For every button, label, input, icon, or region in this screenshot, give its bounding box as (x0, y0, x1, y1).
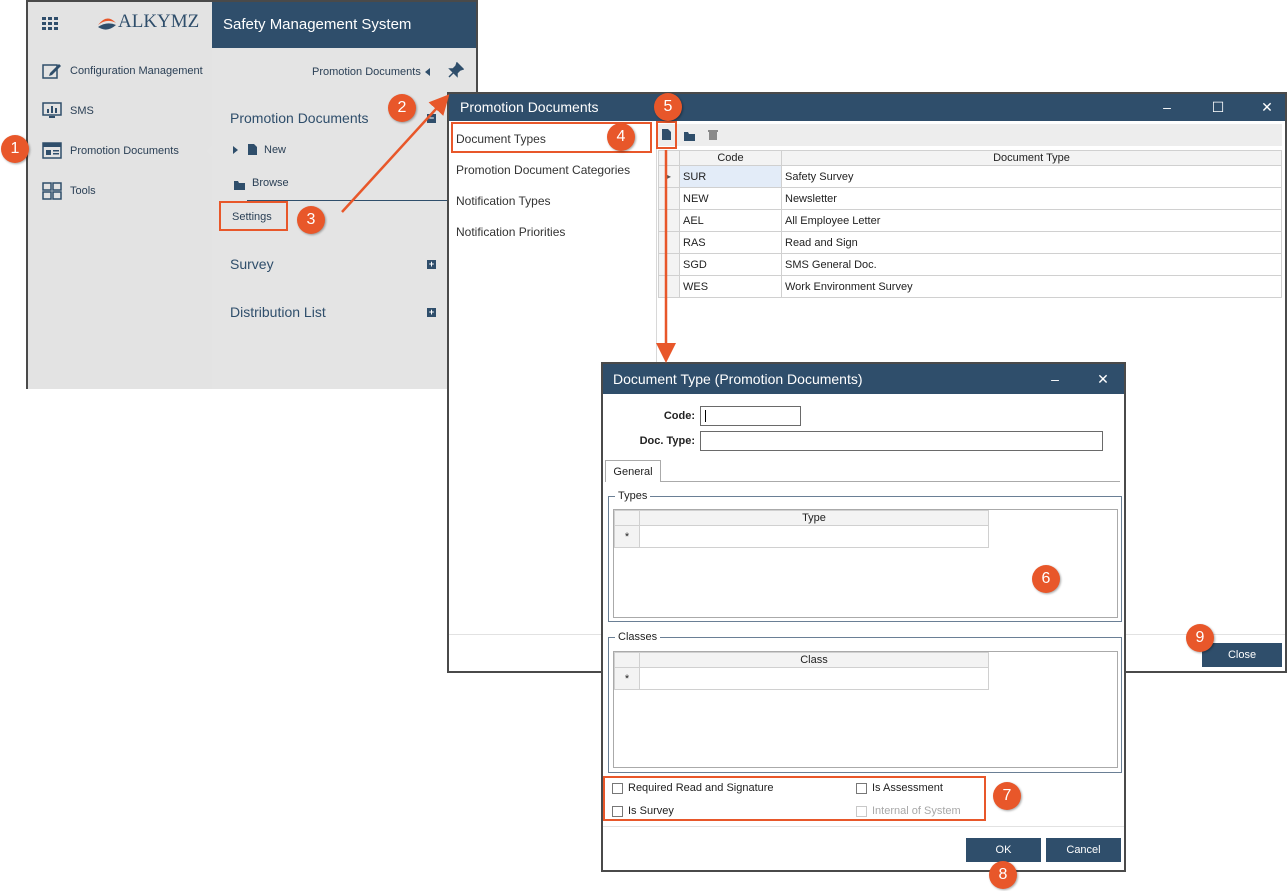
step-marker-1: 1 (1, 135, 29, 163)
step-marker-3: 3 (297, 206, 325, 234)
step-marker-2: 2 (388, 94, 416, 122)
callout-arrows (341, 94, 676, 363)
step-marker-4: 4 (607, 123, 635, 151)
step-marker-6: 6 (1032, 565, 1060, 593)
step-marker-5: 5 (654, 93, 682, 121)
step-marker-7: 7 (993, 782, 1021, 810)
step-marker-8: 8 (989, 861, 1017, 889)
step-marker-9: 9 (1186, 624, 1214, 652)
